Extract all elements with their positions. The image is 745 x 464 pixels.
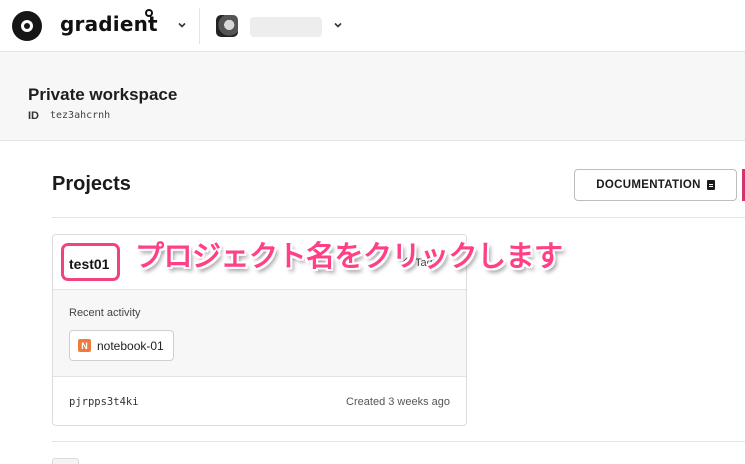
tutorial-annotation: プロジェクト名をクリックします xyxy=(135,239,563,273)
brand-name[interactable]: gradient xyxy=(60,12,158,36)
notebook-icon: N xyxy=(78,339,91,352)
workspace-id-label: ID xyxy=(28,110,39,122)
workspace-title: Private workspace xyxy=(28,85,178,104)
documentation-button-label: DOCUMENTATION xyxy=(596,179,701,191)
user-avatar[interactable] xyxy=(216,15,238,37)
section-divider-bottom xyxy=(52,441,745,442)
notebook-label: notebook-01 xyxy=(97,338,164,353)
account-menu-chevron-down-icon[interactable] xyxy=(333,20,343,30)
pagination-stub[interactable] xyxy=(52,458,79,464)
notebook-chip[interactable]: N notebook-01 xyxy=(69,330,174,361)
workspace-header: Private workspace ID tez3ahcrnh xyxy=(0,52,745,141)
gradient-logo-icon[interactable] xyxy=(12,11,42,41)
document-icon xyxy=(706,180,715,190)
project-created-time: Created 3 weeks ago xyxy=(346,396,450,408)
project-id: pjrpps3t4ki xyxy=(69,396,139,408)
account-name-redacted[interactable] xyxy=(250,17,322,37)
projects-heading: Projects xyxy=(52,173,131,195)
topbar-divider xyxy=(199,8,200,44)
brand-dot-mark xyxy=(145,9,153,17)
documentation-button[interactable]: DOCUMENTATION xyxy=(574,169,737,201)
top-navigation-bar: gradient xyxy=(0,0,745,52)
recent-activity-panel: Recent activity N notebook-01 xyxy=(53,290,466,377)
section-divider xyxy=(52,217,745,218)
recent-activity-label: Recent activity xyxy=(69,307,141,319)
workspace-menu-chevron-down-icon[interactable] xyxy=(177,20,187,30)
highlight-box xyxy=(61,243,120,281)
workspace-id-value: tez3ahcrnh xyxy=(50,110,111,121)
